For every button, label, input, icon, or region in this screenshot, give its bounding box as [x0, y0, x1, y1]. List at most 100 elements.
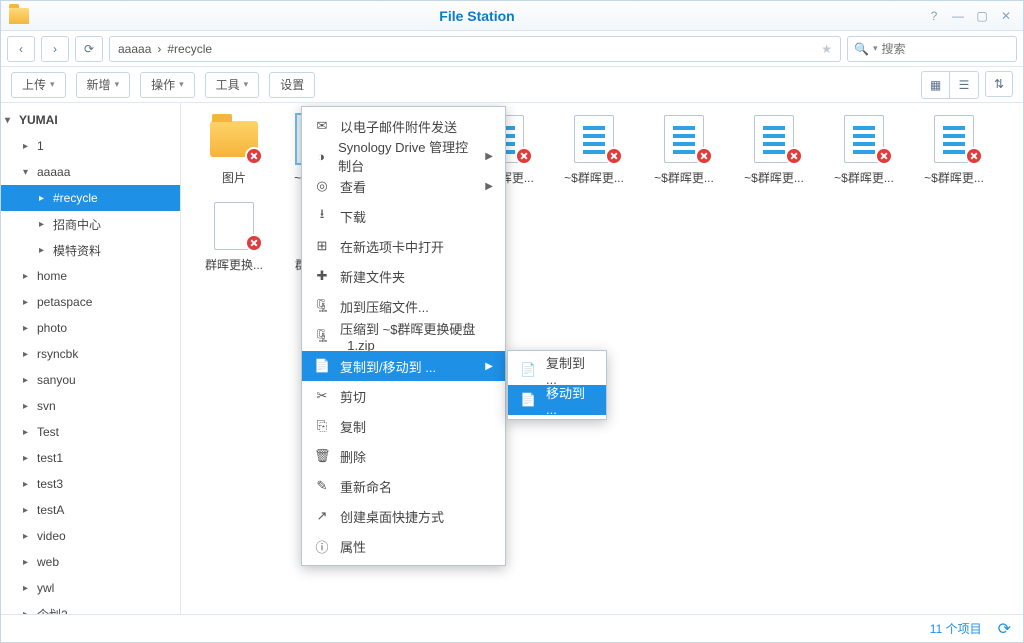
document-icon — [747, 115, 801, 163]
tree-item-sanyou[interactable]: ▸sanyou — [1, 367, 180, 393]
expand-arrow-icon[interactable]: ▸ — [39, 193, 53, 204]
tree-root[interactable]: ▾YUMAI — [1, 107, 180, 133]
ctx-open-tab[interactable]: ⊞在新选项卡中打开 — [302, 231, 505, 261]
tree-item-aaaaa[interactable]: ▾aaaaa — [1, 159, 180, 185]
ctx-rename[interactable]: ✎重新命名 — [302, 471, 505, 501]
tree-item-photo[interactable]: ▸photo — [1, 315, 180, 341]
expand-arrow-icon[interactable]: ▾ — [23, 167, 37, 178]
submenu-move-to[interactable]: 📄移动到 ... — [508, 385, 606, 415]
toolbar: 上传▾ 新增▾ 操作▾ 工具▾ 设置 ▦ ☰ ⇅ — [1, 67, 1023, 103]
file-item[interactable]: ~$群晖更... — [819, 115, 909, 186]
ctx-download[interactable]: ⭳下载 — [302, 201, 505, 231]
expand-arrow-icon[interactable]: ▸ — [23, 427, 37, 438]
search-dropdown-icon[interactable]: ▾ — [873, 43, 878, 54]
file-item[interactable]: 群晖更换... — [189, 202, 279, 273]
tree-item-home[interactable]: ▸home — [1, 263, 180, 289]
tree-item-模特资料[interactable]: ▸模特资料 — [1, 237, 180, 263]
tree-item-video[interactable]: ▸video — [1, 523, 180, 549]
expand-arrow-icon[interactable]: ▸ — [23, 375, 37, 386]
refresh-button[interactable]: ⟳ — [75, 36, 103, 62]
help-icon[interactable]: ? — [925, 7, 943, 25]
file-content-area[interactable]: 图片 ~$群晖更... ~$群晖更... ~$群晖更... ~$群晖更... ~$群晖更.… — [181, 103, 1023, 614]
document-icon — [927, 115, 981, 163]
blocked-badge-icon — [875, 147, 893, 165]
upload-button[interactable]: 上传▾ — [11, 72, 66, 98]
expand-arrow-icon[interactable]: ▸ — [23, 271, 37, 282]
file-item[interactable]: 图片 — [189, 115, 279, 186]
expand-arrow-icon[interactable]: ▸ — [23, 583, 37, 594]
search-icon: 🔍 — [854, 42, 869, 56]
breadcrumb-part[interactable]: #recycle — [167, 42, 212, 56]
tree-item-ywl[interactable]: ▸ywl — [1, 575, 180, 601]
view-list-button[interactable]: ☰ — [950, 72, 978, 98]
tree-item-label: #recycle — [53, 191, 98, 205]
tree-item-svn[interactable]: ▸svn — [1, 393, 180, 419]
sidebar-tree[interactable]: ▾YUMAI ▸1▾aaaaa▸#recycle▸招商中心▸模特资料▸home▸… — [1, 103, 181, 614]
ctx-compress-to[interactable]: 🗜压缩到 ~$群晖更换硬盘_1.zip — [302, 321, 505, 351]
file-item[interactable]: ~$群晖更... — [909, 115, 999, 186]
ctx-add-archive[interactable]: 🗜加到压缩文件... — [302, 291, 505, 321]
status-refresh-icon[interactable]: ⟳ — [998, 619, 1011, 639]
ctx-copy-move[interactable]: 📄复制到/移动到 ...▶ — [302, 351, 505, 381]
action-button[interactable]: 操作▾ — [140, 72, 195, 98]
ctx-copy[interactable]: ⎘复制 — [302, 411, 505, 441]
expand-arrow-icon[interactable]: ▸ — [23, 453, 37, 464]
expand-arrow-icon[interactable]: ▸ — [39, 245, 53, 256]
ctx-view[interactable]: ◎查看▶ — [302, 171, 505, 201]
expand-arrow-icon[interactable]: ▸ — [23, 531, 37, 542]
forward-button[interactable]: › — [41, 36, 69, 62]
expand-arrow-icon[interactable]: ▸ — [23, 141, 37, 152]
file-item[interactable]: ~$群晖更... — [639, 115, 729, 186]
breadcrumb-part[interactable]: aaaaa — [118, 42, 151, 56]
submenu-copy-to[interactable]: 📄复制到 ... — [508, 355, 606, 385]
file-item[interactable]: ~$群晖更... — [729, 115, 819, 186]
tree-item-#recycle[interactable]: ▸#recycle — [1, 185, 180, 211]
tree-item-petaspace[interactable]: ▸petaspace — [1, 289, 180, 315]
ctx-properties[interactable]: ⓘ属性 — [302, 531, 505, 561]
file-name: ~$群晖更... — [654, 169, 714, 186]
tree-item-label: rsyncbk — [37, 347, 78, 361]
ctx-delete[interactable]: 🗑删除 — [302, 441, 505, 471]
search-box[interactable]: 🔍 ▾ — [847, 36, 1017, 62]
expand-arrow-icon[interactable]: ▸ — [23, 349, 37, 360]
tree-item-Test[interactable]: ▸Test — [1, 419, 180, 445]
view-tiles-button[interactable]: ▦ — [922, 72, 950, 98]
tree-item-企划2[interactable]: ▸企划2 — [1, 601, 180, 614]
tree-item-test3[interactable]: ▸test3 — [1, 471, 180, 497]
create-button[interactable]: 新增▾ — [76, 72, 131, 98]
tree-item-招商中心[interactable]: ▸招商中心 — [1, 211, 180, 237]
tree-item-1[interactable]: ▸1 — [1, 133, 180, 159]
expand-arrow-icon[interactable]: ▸ — [23, 505, 37, 516]
close-icon[interactable]: ✕ — [997, 7, 1015, 25]
ctx-cut[interactable]: ✂剪切 — [302, 381, 505, 411]
tree-item-testA[interactable]: ▸testA — [1, 497, 180, 523]
expand-arrow-icon[interactable]: ▸ — [39, 219, 53, 230]
tree-item-label: 1 — [37, 139, 44, 153]
app-title: File Station — [35, 8, 919, 24]
expand-arrow-icon[interactable]: ▸ — [23, 401, 37, 412]
expand-arrow-icon[interactable]: ▸ — [23, 479, 37, 490]
tree-item-test1[interactable]: ▸test1 — [1, 445, 180, 471]
file-name: ~$群晖更... — [924, 169, 984, 186]
search-input[interactable] — [881, 42, 1010, 56]
tree-item-rsyncbk[interactable]: ▸rsyncbk — [1, 341, 180, 367]
expand-arrow-icon[interactable]: ▸ — [23, 297, 37, 308]
maximize-icon[interactable]: ▢ — [973, 7, 991, 25]
tools-button[interactable]: 工具▾ — [205, 72, 260, 98]
favorite-star-icon[interactable]: ★ — [821, 42, 832, 56]
tree-item-label: web — [37, 555, 59, 569]
ctx-drive-admin[interactable]: ◑Synology Drive 管理控制台▶ — [302, 141, 505, 171]
settings-button[interactable]: 设置 — [269, 72, 315, 98]
back-button[interactable]: ‹ — [7, 36, 35, 62]
tree-item-label: svn — [37, 399, 56, 413]
ctx-new-folder[interactable]: ✚新建文件夹 — [302, 261, 505, 291]
breadcrumb[interactable]: aaaaa › #recycle ★ — [109, 36, 841, 62]
tree-item-web[interactable]: ▸web — [1, 549, 180, 575]
file-name: ~$群晖更... — [744, 169, 804, 186]
sort-button[interactable]: ⇅ — [985, 71, 1013, 97]
ctx-shortcut[interactable]: ↗创建桌面快捷方式 — [302, 501, 505, 531]
file-item[interactable]: ~$群晖更... — [549, 115, 639, 186]
expand-arrow-icon[interactable]: ▸ — [23, 323, 37, 334]
minimize-icon[interactable]: — — [949, 7, 967, 25]
expand-arrow-icon[interactable]: ▸ — [23, 557, 37, 568]
